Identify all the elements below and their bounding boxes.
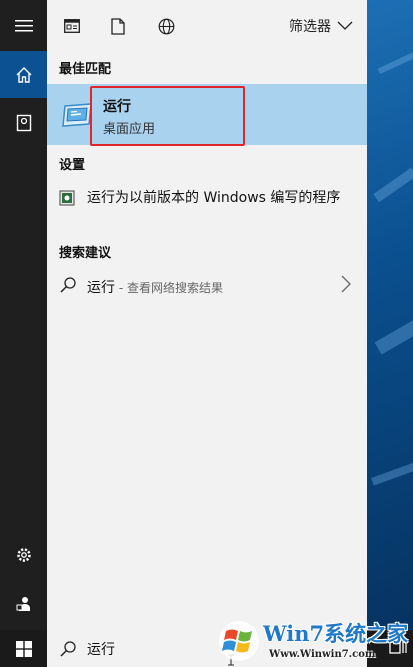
hamburger-button[interactable] [0, 2, 47, 49]
windows-logo-icon [219, 621, 259, 661]
search-icon [60, 641, 76, 657]
search-icon [60, 277, 76, 293]
search-input[interactable]: 运行 [87, 639, 115, 659]
feedback-icon [16, 596, 30, 611]
documents-filter-button[interactable] [107, 15, 129, 37]
document-list-icon [64, 19, 80, 33]
windows-start-icon [15, 640, 32, 657]
home-button[interactable] [0, 51, 47, 98]
feedback-button[interactable] [0, 580, 47, 627]
results-toolbar: 筛选器 [47, 0, 367, 52]
suggestion-query: 运行 [87, 280, 115, 296]
file-icon [111, 17, 125, 35]
globe-icon [158, 18, 174, 34]
filter-dropdown[interactable]: 筛选器 [289, 16, 353, 36]
section-header-settings: 设置 [59, 158, 86, 173]
settings-button[interactable] [0, 531, 47, 578]
web-filter-button[interactable] [155, 15, 177, 37]
chevron-right-icon [341, 275, 351, 293]
chevron-down-icon [337, 21, 353, 30]
search-results-panel: 筛选器 最佳匹配 运行 桌面应用 设置 运行为以前版本的 Windows 编写的… [47, 0, 367, 630]
home-icon [16, 66, 31, 83]
suggestion-hint: - 查看网络搜索结果 [115, 281, 223, 295]
compatibility-icon [59, 190, 75, 206]
notebook-icon [16, 114, 31, 131]
notebook-button[interactable] [0, 99, 47, 146]
web-suggestion-item[interactable]: 运行 - 查看网络搜索结果 [47, 270, 367, 302]
suggestion-text: 运行 - 查看网络搜索结果 [87, 277, 223, 297]
section-header-search-suggestions: 搜索建议 [59, 246, 112, 261]
section-header-best-match: 最佳匹配 [59, 62, 112, 77]
watermark-url: Www.Winwin7.com [269, 649, 376, 660]
hamburger-icon [14, 19, 33, 31]
watermark-brand: Win7系统之家 [263, 621, 409, 646]
desktop-background [367, 0, 413, 667]
start-button[interactable] [0, 630, 47, 667]
gear-icon [16, 547, 31, 562]
settings-result-label: 运行为以前版本的 Windows 编写的程序 [87, 190, 341, 206]
apps-filter-button[interactable] [61, 15, 83, 37]
settings-result-item[interactable]: 运行为以前版本的 Windows 编写的程序 [47, 180, 367, 232]
watermark: Win7系统之家 Www.Winwin7.com [213, 615, 413, 667]
start-left-rail [0, 0, 47, 630]
highlight-box [90, 86, 245, 146]
filter-label: 筛选器 [289, 19, 331, 35]
